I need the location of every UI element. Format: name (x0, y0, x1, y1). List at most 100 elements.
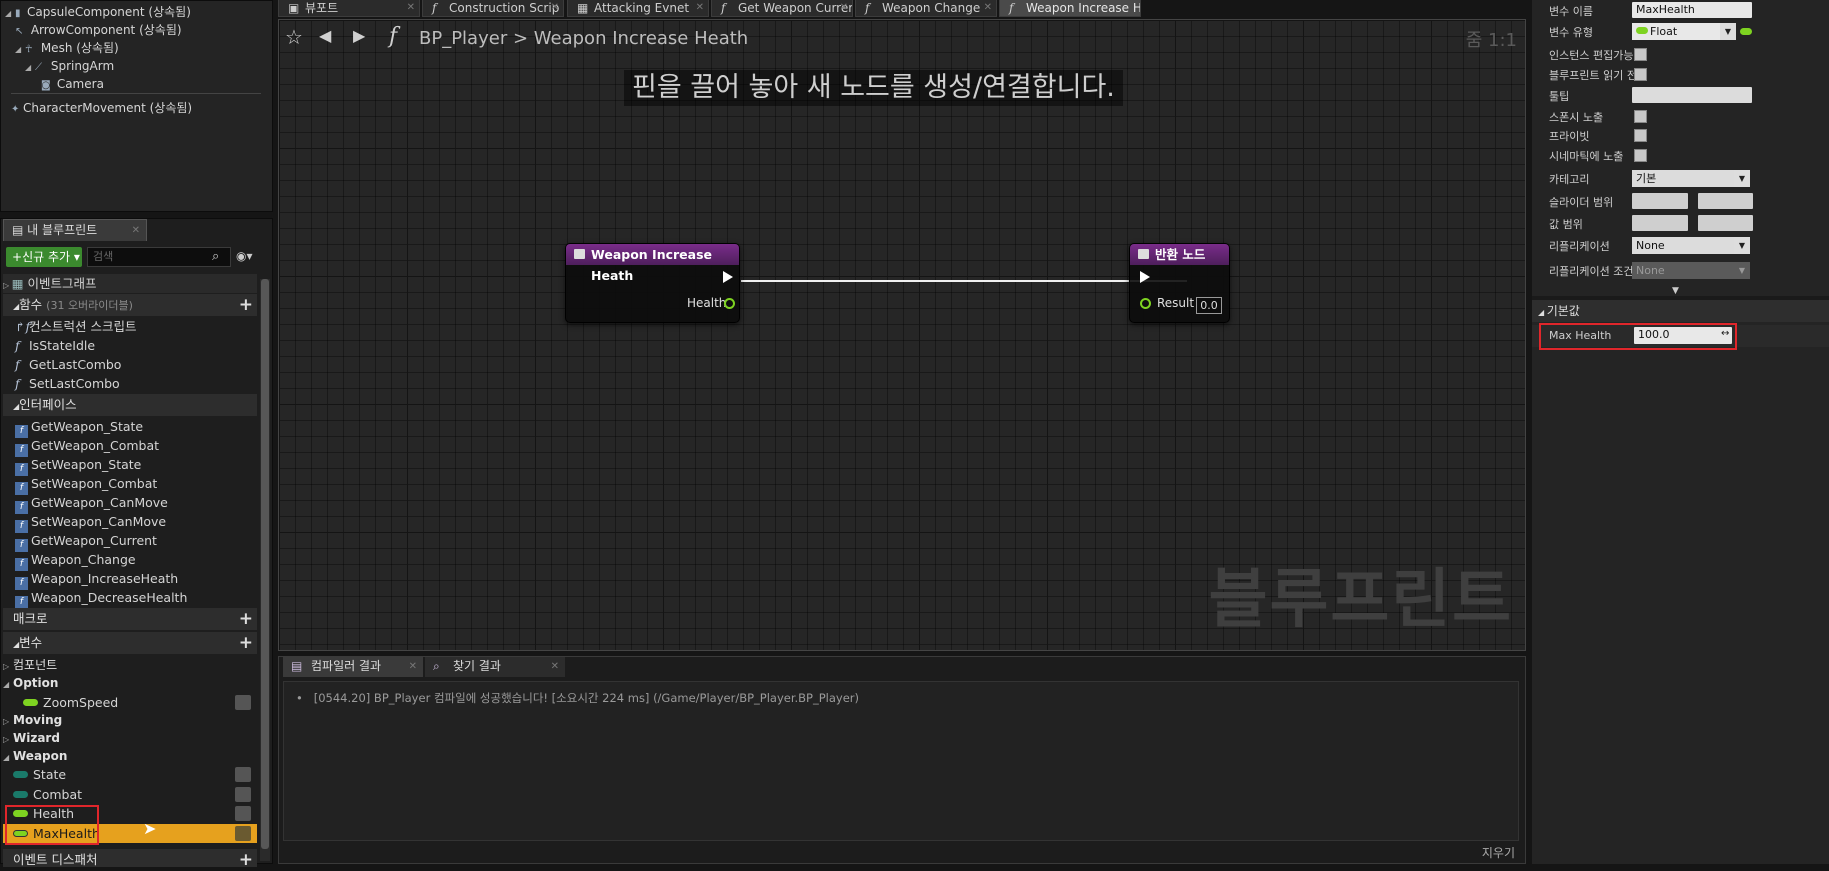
function-icon: f (15, 376, 20, 391)
tooltip-field[interactable] (1632, 87, 1752, 103)
expose-cinematic-checkbox[interactable] (1634, 149, 1647, 162)
add-macro-icon[interactable]: + (239, 608, 253, 630)
visibility-icon[interactable] (235, 826, 251, 841)
interface-function-item[interactable]: f Weapon_DecreaseHealth (3, 588, 257, 609)
close-icon[interactable]: ✕ (696, 0, 704, 16)
function-item[interactable]: f GetLastCombo (3, 355, 257, 374)
visibility-icon[interactable] (235, 806, 251, 821)
functions-section[interactable]: ◢함수 (31 오버라이더블) + (3, 294, 257, 316)
instance-editable-checkbox[interactable] (1634, 48, 1647, 61)
close-icon[interactable]: ✕ (984, 0, 992, 16)
function-item[interactable]: f SetLastCombo (3, 374, 257, 393)
tab-my-blueprint[interactable]: ▤ 내 블루프린트 ✕ (3, 219, 147, 241)
replication-dropdown[interactable]: None ▼ (1632, 237, 1750, 254)
add-variable-icon[interactable]: + (239, 632, 253, 654)
close-icon[interactable]: ✕ (407, 0, 415, 16)
value-min-field[interactable] (1632, 215, 1688, 231)
variables-section[interactable]: ◢변수 + (3, 632, 257, 654)
event-graph-item[interactable]: ▷ ▦ 이벤트그래프 (3, 274, 257, 293)
interface-function-item[interactable]: f GetWeapon_Current (3, 531, 257, 552)
interface-function-item[interactable]: f SetWeapon_State (3, 455, 257, 476)
interface-function-item[interactable]: f SetWeapon_Combat (3, 474, 257, 495)
scrollbar-thumb[interactable] (261, 279, 269, 849)
category-dropdown[interactable]: 기본 ▼ (1632, 170, 1750, 187)
tab-compiler-results[interactable]: ▤ 컴파일러 결과 ✕ (283, 657, 423, 677)
tab-4[interactable]: f Get Weapon Currer ✕ (711, 0, 853, 17)
return-node[interactable]: 반환 노드 Result 0.0 (1129, 243, 1230, 323)
function-entry-node[interactable]: Weapon Increase Heath Health (565, 243, 740, 323)
search-icon[interactable]: ⌕ (212, 249, 219, 264)
visibility-icon[interactable] (235, 767, 251, 782)
tree-item-mesh[interactable]: ◢ ☥ Mesh (상속됨) (15, 39, 119, 57)
rep-condition-dropdown[interactable]: None ▼ (1632, 262, 1750, 279)
slider-min-field[interactable] (1632, 193, 1688, 209)
graph-icon: ▣ (288, 1, 300, 15)
expand-arrow-icon[interactable]: ▼ (1672, 286, 1679, 296)
tree-item-camera[interactable]: ◙ Camera (41, 75, 104, 93)
container-type-icon[interactable] (1740, 28, 1752, 35)
close-icon[interactable]: ✕ (551, 657, 559, 676)
slider-max-field[interactable] (1698, 193, 1753, 209)
search-input[interactable]: 검색 (87, 247, 231, 267)
add-dispatcher-icon[interactable]: + (239, 849, 253, 871)
interface-function-item[interactable]: f Weapon_Change (3, 550, 257, 571)
result-value-field[interactable]: 0.0 (1196, 297, 1222, 314)
dispatcher-section[interactable]: 이벤트 디스패처 + (3, 849, 257, 870)
add-function-icon[interactable]: + (239, 294, 253, 316)
health-output-pin[interactable] (724, 298, 735, 309)
interface-function-item[interactable]: f Weapon_IncreaseHeath (3, 569, 257, 590)
var-category-weapon[interactable]: ◢ Weapon (3, 747, 257, 765)
result-input-pin[interactable] (1140, 298, 1151, 309)
back-arrow-icon[interactable]: ◀ (319, 26, 331, 45)
eye-icon[interactable]: ◉▾ (236, 249, 253, 263)
interface-function-item[interactable]: f SetWeapon_CanMove (3, 512, 257, 533)
tab-2[interactable]: f Construction Scrip ✕ (422, 0, 564, 17)
tab-3[interactable]: ▦ Attacking Evnet ✕ (567, 0, 709, 17)
graph-editor[interactable]: ☆ ◀ ▶ f BP_Player > Weapon Increase Heat… (278, 19, 1526, 651)
function-item[interactable]: ↱f컨스트럭션 스크립트 (3, 317, 257, 336)
tree-item-springarm[interactable]: ◢ ⟋ SpringArm (25, 57, 114, 75)
var-name-field[interactable]: MaxHealth (1632, 2, 1752, 18)
expose-spawn-row: 스폰시 노출 (1532, 108, 1829, 126)
forward-arrow-icon[interactable]: ▶ (353, 26, 365, 45)
tree-item-capsule[interactable]: ◢ ▮ CapsuleComponent (상속됨) (5, 3, 191, 21)
exec-out-pin[interactable] (723, 271, 733, 283)
expose-spawn-checkbox[interactable] (1634, 110, 1647, 123)
interface-section[interactable]: ◢인터페이스 (3, 394, 257, 416)
favorite-star-icon[interactable]: ☆ (285, 25, 303, 49)
function-item[interactable]: f IsStateIdle (3, 336, 257, 355)
visibility-icon[interactable] (235, 695, 251, 710)
clear-button[interactable]: 지우기 (1482, 844, 1515, 861)
tab-6[interactable]: f Weapon Increase H (999, 0, 1141, 17)
variable-state[interactable]: State (3, 765, 257, 784)
var-type-dropdown[interactable]: Float ▼ (1632, 23, 1736, 40)
close-icon[interactable]: ✕ (409, 657, 417, 676)
scrollbar[interactable] (260, 279, 270, 861)
var-category-moving[interactable]: ▷ Moving (3, 711, 257, 729)
add-new-button[interactable]: +신규 추가 ▾ (6, 247, 82, 267)
exec-in-pin[interactable] (1140, 271, 1150, 283)
tree-item-arrow[interactable]: ↖ ArrowComponent (상속됨) (15, 21, 182, 39)
tab-1[interactable]: ▣ 뷰포트 ✕ (278, 0, 420, 17)
value-max-field[interactable] (1698, 215, 1753, 231)
close-icon[interactable]: ✕ (551, 0, 559, 16)
interface-function-item[interactable]: f GetWeapon_State (3, 417, 257, 438)
tree-item-charmovement[interactable]: ✦ CharacterMovement (상속됨) (11, 99, 192, 117)
close-icon[interactable]: ✕ (840, 0, 848, 16)
exec-wire[interactable] (741, 280, 1187, 282)
interface-function-item[interactable]: f GetWeapon_Combat (3, 436, 257, 457)
bp-readonly-checkbox[interactable] (1634, 68, 1647, 81)
visibility-icon[interactable] (235, 787, 251, 802)
macro-section[interactable]: 매크로 + (3, 608, 257, 630)
var-category-wizard[interactable]: ▷ Wizard (3, 729, 257, 747)
interface-function-item[interactable]: f GetWeapon_CanMove (3, 493, 257, 514)
tab-5[interactable]: f Weapon Change ✕ (855, 0, 997, 17)
private-checkbox[interactable] (1634, 129, 1647, 142)
variable-combat[interactable]: Combat (3, 785, 257, 804)
var-category-component[interactable]: ▷ 컴포넌트 (3, 656, 257, 674)
variable-zoomspeed[interactable]: ZoomSpeed (3, 693, 257, 712)
close-icon[interactable]: ✕ (132, 220, 140, 241)
var-category-option[interactable]: ◢ Option (3, 674, 257, 692)
tab-find-results[interactable]: ⌕ 찾기 결과 ✕ (425, 657, 565, 677)
default-value-section[interactable]: ◢ 기본값 (1532, 300, 1829, 322)
